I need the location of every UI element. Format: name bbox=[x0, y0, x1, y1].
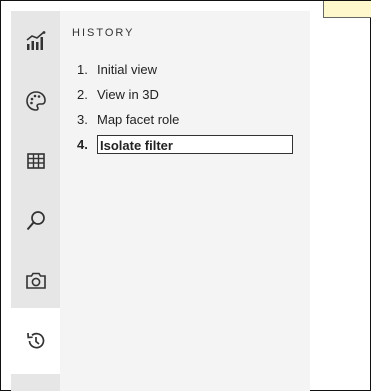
app-window: HISTORY 1. Initial view 2. View in 3D 3.… bbox=[0, 0, 371, 391]
history-item-label: View in 3D bbox=[97, 87, 159, 102]
camera-icon bbox=[25, 272, 46, 289]
history-item-number: 4. bbox=[77, 137, 88, 152]
chart-icon bbox=[26, 31, 45, 50]
history-item-current[interactable]: 4. Isolate filter bbox=[77, 132, 293, 157]
tooltip-corner bbox=[323, 1, 371, 18]
tab-table[interactable] bbox=[11, 136, 60, 186]
history-panel: HISTORY 1. Initial view 2. View in 3D 3.… bbox=[60, 11, 310, 391]
tab-snapshot[interactable] bbox=[11, 256, 60, 306]
history-item-label: Isolate filter bbox=[97, 135, 293, 154]
panel-title: HISTORY bbox=[72, 27, 135, 39]
tab-history[interactable] bbox=[11, 308, 60, 374]
search-icon bbox=[26, 211, 45, 231]
tab-chart[interactable] bbox=[11, 16, 60, 66]
history-icon bbox=[26, 332, 44, 349]
history-item-number: 1. bbox=[77, 62, 88, 77]
history-item-number: 3. bbox=[77, 112, 88, 127]
history-item[interactable]: 1. Initial view bbox=[77, 57, 293, 82]
tab-appearance[interactable] bbox=[11, 76, 60, 126]
history-item-number: 2. bbox=[77, 87, 88, 102]
history-item-label: Map facet role bbox=[97, 112, 180, 127]
history-item[interactable]: 2. View in 3D bbox=[77, 82, 293, 107]
sidebar bbox=[11, 11, 60, 391]
palette-icon bbox=[25, 91, 46, 111]
history-item-label: Initial view bbox=[97, 62, 157, 77]
history-item[interactable]: 3. Map facet role bbox=[77, 107, 293, 132]
table-icon bbox=[26, 153, 45, 169]
history-list: 1. Initial view 2. View in 3D 3. Map fac… bbox=[77, 57, 293, 157]
tab-search[interactable] bbox=[11, 196, 60, 246]
